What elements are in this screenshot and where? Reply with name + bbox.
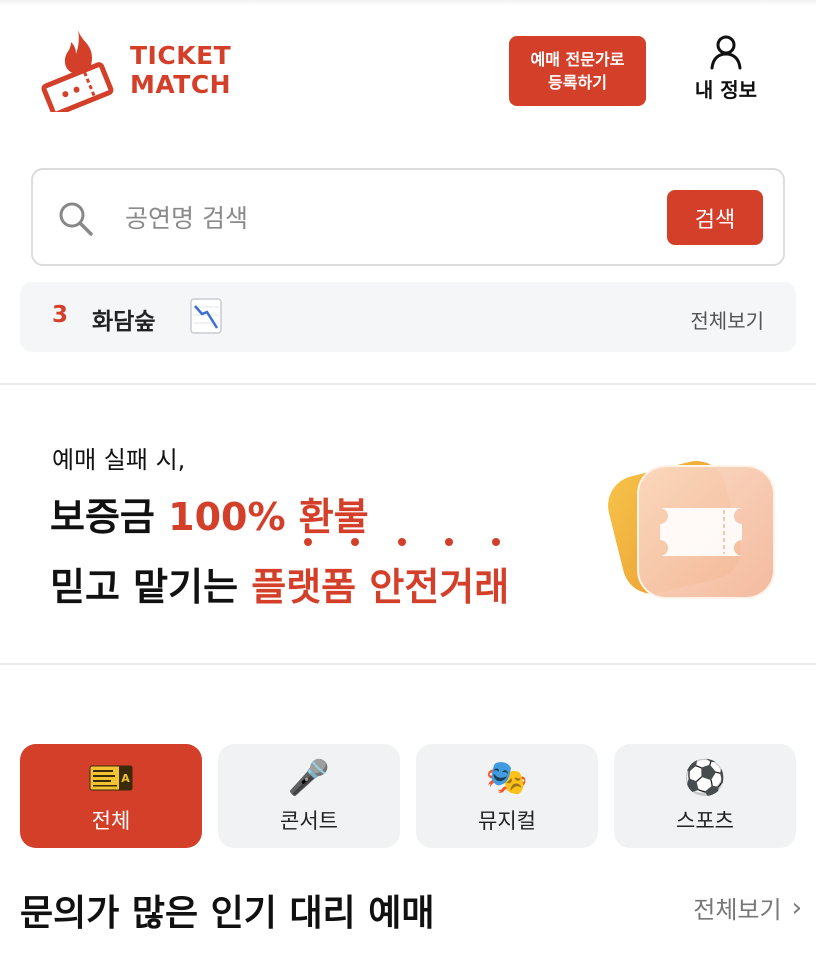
search-icon xyxy=(59,202,93,236)
search-button[interactable]: 검색 xyxy=(667,190,763,245)
banner-headline-1: 보증금 100% 환불 xyxy=(50,486,369,541)
search-bar: 검색 xyxy=(31,168,785,266)
emphasis-dot xyxy=(351,538,359,546)
my-info-button[interactable]: 내 정보 xyxy=(686,34,766,103)
category-tab-musical[interactable]: 🎭 뮤지컬 xyxy=(416,744,598,848)
divider xyxy=(0,663,816,665)
category-tab-all[interactable]: A 전체 xyxy=(20,744,202,848)
register-expert-line-1: 예매 전문가로 xyxy=(530,50,625,69)
logo-line-2: MATCH xyxy=(130,70,232,99)
category-tabs: A 전체 🎤 콘서트 🎭 뮤지컬 ⚽ 스포츠 xyxy=(20,744,796,848)
register-expert-button[interactable]: 예매 전문가로 등록하기 xyxy=(509,36,646,106)
chevron-right-icon: › xyxy=(791,892,802,923)
emphasis-dot xyxy=(398,538,406,546)
user-icon xyxy=(710,35,742,70)
banner-headline-2-text: 믿고 맡기는 xyxy=(50,565,252,609)
emphasis-dot xyxy=(492,538,500,546)
category-tab-concert[interactable]: 🎤 콘서트 xyxy=(218,744,400,848)
banner-headline-1-highlight: 100% 환불 xyxy=(168,495,369,539)
banner-headline-1-text: 보증금 xyxy=(50,495,169,539)
banner-headline-2: 믿고 맡기는 플랫폼 안전거래 xyxy=(50,556,509,611)
trending-rank: 3 xyxy=(52,302,69,328)
ticket-illustration-icon xyxy=(608,461,775,599)
my-info-label: 내 정보 xyxy=(694,78,758,102)
emphasis-dot xyxy=(445,538,453,546)
trending-name: 화담숲 xyxy=(92,309,156,335)
category-label: 스포츠 xyxy=(676,809,734,833)
section-title: 문의가 많은 인기 대리 예매 xyxy=(20,893,435,934)
register-expert-line-2: 등록하기 xyxy=(548,73,607,92)
banner-subtitle: 예매 실패 시, xyxy=(52,446,186,474)
theater-masks-icon: 🎭 xyxy=(485,758,529,798)
divider xyxy=(0,383,816,385)
emphasis-dot xyxy=(304,538,312,546)
microphone-icon: 🎤 xyxy=(287,758,331,798)
logo-wordmark: TICKET MATCH xyxy=(130,41,231,99)
category-label: 뮤지컬 xyxy=(478,809,536,833)
section-view-all-label: 전체보기 xyxy=(693,896,782,924)
ticket-icon: A xyxy=(89,757,133,799)
category-tab-sports[interactable]: ⚽ 스포츠 xyxy=(614,744,796,848)
trending-ticker[interactable]: 3 화담숲 전체보기 xyxy=(20,282,796,352)
logo-line-1: TICKET xyxy=(130,41,232,70)
soccer-ball-icon: ⚽ xyxy=(683,758,727,798)
category-label: 콘서트 xyxy=(280,809,338,833)
svg-text:A: A xyxy=(121,772,130,785)
section-view-all-link[interactable]: 전체보기 › xyxy=(693,890,802,925)
category-label: 전체 xyxy=(91,809,131,833)
banner-headline-2-highlight: 플랫폼 안전거래 xyxy=(251,565,510,609)
chart-decreasing-icon xyxy=(190,298,222,334)
ticketmatch-logo[interactable]: TICKET MATCH xyxy=(38,28,231,112)
search-input[interactable] xyxy=(125,196,645,240)
trending-view-all-link[interactable]: 전체보기 xyxy=(690,305,764,334)
ticket-fire-logo-icon xyxy=(41,30,114,112)
top-shadow xyxy=(0,0,816,6)
